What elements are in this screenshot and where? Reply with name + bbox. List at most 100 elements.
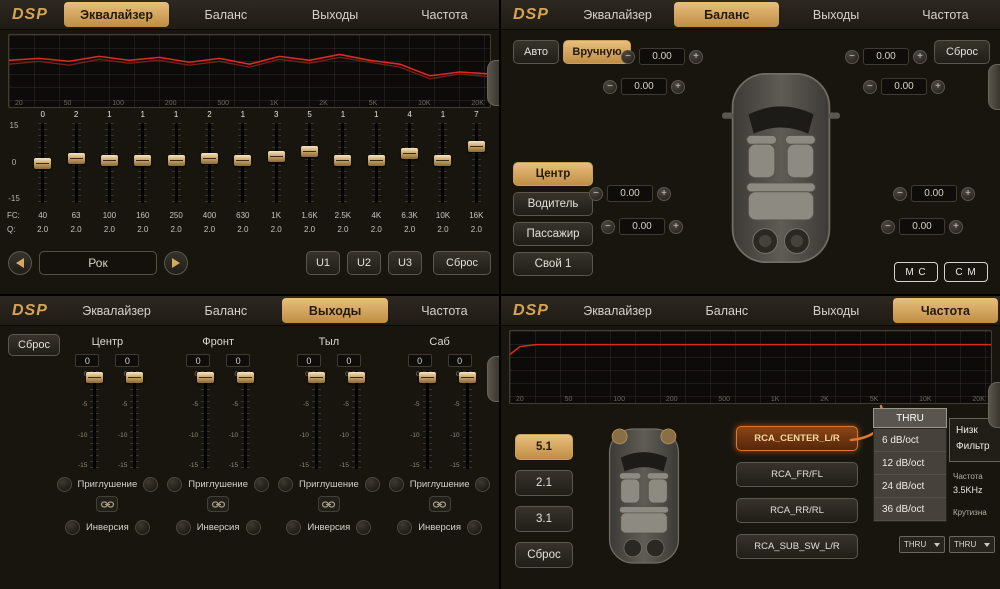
eq-band-slider[interactable] <box>105 123 114 203</box>
eq-band-slider[interactable] <box>72 123 81 203</box>
link-channels-button[interactable] <box>96 496 118 512</box>
position-button-0[interactable]: Центр <box>513 162 593 186</box>
eq-band-slider[interactable] <box>438 123 447 203</box>
output-slider[interactable] <box>201 371 210 469</box>
side-panel-handle[interactable] <box>487 60 499 106</box>
user-preset-0[interactable]: U1 <box>306 251 340 275</box>
cm-button[interactable]: C M <box>944 262 988 282</box>
link-channels-button[interactable] <box>207 496 229 512</box>
mode-button-5.1[interactable]: 5.1 <box>515 434 573 460</box>
slider-thumb[interactable] <box>68 153 85 164</box>
freq-combo[interactable]: THRU <box>899 536 945 553</box>
slider-thumb[interactable] <box>168 155 185 166</box>
output-slider[interactable] <box>352 371 361 469</box>
plus-button[interactable]: + <box>669 220 683 234</box>
plus-button[interactable]: + <box>689 50 703 64</box>
invert-toggle-right[interactable] <box>135 520 150 535</box>
plus-button[interactable]: + <box>931 80 945 94</box>
invert-toggle-left[interactable] <box>286 520 301 535</box>
slope-option[interactable]: 24 dB/oct <box>874 475 946 498</box>
slider-thumb[interactable] <box>86 372 103 383</box>
user-preset-2[interactable]: U3 <box>388 251 422 275</box>
slider-thumb[interactable] <box>126 372 143 383</box>
minus-button[interactable]: − <box>845 50 859 64</box>
balance-reset-button[interactable]: Сброс <box>934 40 990 64</box>
next-preset-button[interactable] <box>164 251 188 275</box>
eq-band-slider[interactable] <box>472 123 481 203</box>
invert-toggle-left[interactable] <box>65 520 80 535</box>
slider-thumb[interactable] <box>459 372 476 383</box>
invert-toggle-left[interactable] <box>397 520 412 535</box>
eq-band-slider[interactable] <box>38 123 47 203</box>
tab-3[interactable]: Частота <box>392 2 497 27</box>
slope-option[interactable]: 6 dB/oct <box>874 429 946 452</box>
slope-combo[interactable]: THRU <box>949 536 995 553</box>
slider-thumb[interactable] <box>334 155 351 166</box>
side-panel-handle[interactable] <box>988 64 1000 110</box>
tab-0[interactable]: Эквалайзер <box>64 2 169 27</box>
eq-band-slider[interactable] <box>205 123 214 203</box>
slope-option[interactable]: 36 dB/oct <box>874 498 946 521</box>
slider-thumb[interactable] <box>34 158 51 169</box>
rca-button-2[interactable]: RCA_RR/RL <box>736 498 858 523</box>
minus-button[interactable]: − <box>603 80 617 94</box>
eq-band-slider[interactable] <box>372 123 381 203</box>
tab-2[interactable]: Выходы <box>282 298 387 323</box>
output-slider[interactable] <box>312 371 321 469</box>
tab-3[interactable]: Частота <box>392 298 497 323</box>
slider-thumb[interactable] <box>348 372 365 383</box>
minus-button[interactable]: − <box>589 187 603 201</box>
slider-thumb[interactable] <box>234 155 251 166</box>
tab-1[interactable]: Баланс <box>173 298 278 323</box>
mute-toggle-right[interactable] <box>254 477 269 492</box>
tab-2[interactable]: Выходы <box>783 298 888 323</box>
invert-toggle-right[interactable] <box>356 520 371 535</box>
output-slider[interactable] <box>463 371 472 469</box>
plus-button[interactable]: + <box>671 80 685 94</box>
mute-toggle-right[interactable] <box>365 477 380 492</box>
slider-thumb[interactable] <box>401 148 418 159</box>
minus-button[interactable]: − <box>621 50 635 64</box>
invert-toggle-right[interactable] <box>246 520 261 535</box>
slider-thumb[interactable] <box>419 372 436 383</box>
slope-select[interactable]: THRU <box>873 408 947 428</box>
minus-button[interactable]: − <box>893 187 907 201</box>
tab-3[interactable]: Частота <box>893 2 998 27</box>
plus-button[interactable]: + <box>657 187 671 201</box>
slider-thumb[interactable] <box>301 146 318 157</box>
side-panel-handle[interactable] <box>988 382 1000 428</box>
mc-button[interactable]: M C <box>894 262 938 282</box>
mute-toggle-left[interactable] <box>278 477 293 492</box>
slider-thumb[interactable] <box>134 155 151 166</box>
mode-button-2.1[interactable]: 2.1 <box>515 470 573 496</box>
auto-button[interactable]: Авто <box>513 40 559 64</box>
slider-thumb[interactable] <box>468 141 485 152</box>
slider-thumb[interactable] <box>368 155 385 166</box>
tab-3[interactable]: Частота <box>893 298 998 323</box>
rca-button-0[interactable]: RCA_CENTER_L/R <box>736 426 858 451</box>
slider-thumb[interactable] <box>101 155 118 166</box>
eq-band-slider[interactable] <box>272 123 281 203</box>
tab-1[interactable]: Баланс <box>674 298 779 323</box>
eq-band-slider[interactable] <box>238 123 247 203</box>
slider-thumb[interactable] <box>434 155 451 166</box>
invert-toggle-right[interactable] <box>467 520 482 535</box>
output-slider[interactable] <box>90 371 99 469</box>
slope-option[interactable]: 12 dB/oct <box>874 452 946 475</box>
mute-toggle-right[interactable] <box>475 477 490 492</box>
minus-button[interactable]: − <box>863 80 877 94</box>
slider-thumb[interactable] <box>201 153 218 164</box>
minus-button[interactable]: − <box>881 220 895 234</box>
mute-toggle-left[interactable] <box>57 477 72 492</box>
output-slider[interactable] <box>241 371 250 469</box>
rca-button-3[interactable]: RCA_SUB_SW_L/R <box>736 534 858 559</box>
mode-button-3.1[interactable]: 3.1 <box>515 506 573 532</box>
output-slider[interactable] <box>130 371 139 469</box>
tab-1[interactable]: Баланс <box>674 2 779 27</box>
position-button-1[interactable]: Водитель <box>513 192 593 216</box>
tab-0[interactable]: Эквалайзер <box>565 298 670 323</box>
eq-band-slider[interactable] <box>138 123 147 203</box>
prev-preset-button[interactable] <box>8 251 32 275</box>
plus-button[interactable]: + <box>949 220 963 234</box>
plus-button[interactable]: + <box>961 187 975 201</box>
